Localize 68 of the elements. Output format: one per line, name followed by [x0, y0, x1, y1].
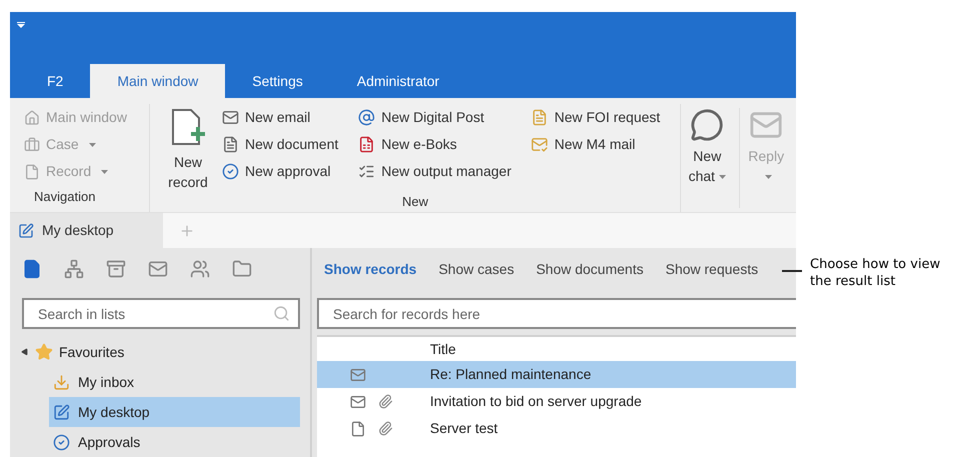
document-icon[interactable]: [22, 259, 42, 279]
home-icon: [24, 110, 40, 126]
table-row[interactable]: Server test: [317, 415, 796, 442]
new-record-button[interactable]: New record: [162, 104, 214, 192]
result-view-tab[interactable]: Show records: [324, 258, 417, 280]
title-cell-text: Re: Planned maintenance: [430, 365, 592, 384]
chat-icon: [690, 108, 724, 142]
new-item-button[interactable]: New e-Boks: [358, 131, 524, 158]
at-sign-icon: [358, 109, 376, 126]
email-icon: [350, 366, 366, 382]
ribbon-tab[interactable]: Settings: [225, 64, 330, 98]
callout-text: Choose how to view the result list: [810, 256, 942, 290]
tree-label: Favourites: [59, 342, 124, 362]
new-item-button[interactable]: New Digital Post: [358, 104, 524, 131]
new-item-button[interactable]: New M4 mail: [531, 131, 672, 158]
document-icon: [358, 136, 376, 153]
new-document-icon: [171, 108, 205, 148]
list-icon: [358, 163, 376, 180]
menu-icon[interactable]: [17, 22, 25, 28]
inbox-icon: [53, 374, 70, 390]
search-field[interactable]: Search for records here: [317, 298, 796, 329]
cabinet-icon[interactable]: [106, 259, 126, 279]
document-tab[interactable]: My desktop: [10, 213, 163, 248]
new-item-button[interactable]: New output manager: [358, 158, 524, 185]
title-cell-text: Server test: [430, 419, 498, 438]
search-field[interactable]: Search in lists: [22, 298, 300, 329]
table-row[interactable]: Re: Planned maintenance: [317, 361, 796, 388]
tree-item[interactable]: Approvals: [49, 427, 300, 457]
ribbon-tab[interactable]: Main window: [90, 64, 226, 98]
new-item-button[interactable]: New approval: [222, 158, 350, 185]
ribbon-tab[interactable]: F2: [20, 64, 90, 98]
desktop-icon: [18, 222, 34, 238]
ribbon-tab[interactable]: Administrator: [330, 64, 466, 98]
document-icon: [24, 164, 40, 180]
mail-icon: [531, 136, 548, 153]
group-label: New: [402, 193, 428, 211]
check-icon: [53, 434, 70, 450]
result-view-tab[interactable]: Show documents: [536, 258, 644, 280]
check-icon: [222, 163, 239, 180]
briefcase-icon: [24, 136, 40, 152]
network-icon[interactable]: [64, 259, 84, 279]
desktop-icon: [53, 404, 70, 420]
title-cell-text: Invitation to bid on server upgrade: [430, 392, 642, 411]
result-view-tab[interactable]: Show requests: [665, 258, 758, 280]
new-chat-button[interactable]: New chat: [681, 104, 734, 212]
expander-icon[interactable]: [20, 347, 30, 357]
document-icon: [222, 136, 239, 153]
tree-item[interactable]: My desktop: [49, 397, 300, 427]
mail-icon[interactable]: [148, 259, 168, 279]
folder-icon[interactable]: [232, 259, 252, 279]
new-item-button[interactable]: New email: [222, 104, 350, 131]
tree-item[interactable]: My inbox: [49, 367, 300, 397]
new-item-button[interactable]: New FOI request: [531, 104, 672, 131]
document-icon: [531, 109, 548, 126]
result-view-tab[interactable]: Show cases: [438, 258, 514, 280]
tree-item[interactable]: Favourites: [22, 337, 300, 367]
search-icon: [273, 305, 290, 322]
email-icon: [222, 109, 239, 126]
add-tab-icon[interactable]: [179, 222, 195, 238]
group-label: Navigation: [34, 188, 96, 206]
star-icon: [35, 343, 53, 361]
email-icon: [350, 394, 366, 410]
column-header: Title: [430, 340, 456, 358]
document-icon: [350, 420, 366, 436]
new-item-button[interactable]: New document: [222, 131, 350, 158]
leader-line: [782, 270, 802, 272]
people-icon[interactable]: [190, 259, 210, 279]
table-row[interactable]: Invitation to bid on server upgrade: [317, 388, 796, 415]
